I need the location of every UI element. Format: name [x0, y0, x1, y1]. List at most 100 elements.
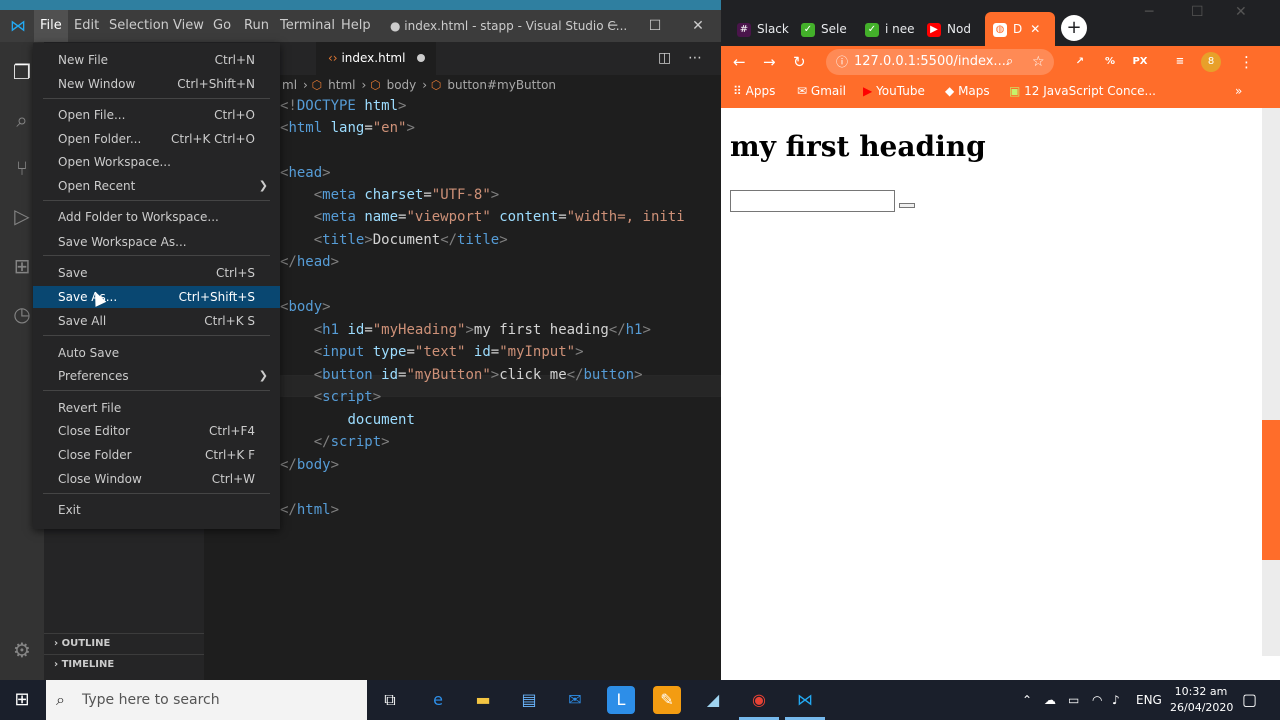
menu-item-new-window[interactable]: New Window Ctrl+Shift+N — [33, 73, 280, 95]
menu-item-save-workspace-as[interactable]: Save Workspace As... — [33, 231, 280, 253]
tab-slack[interactable]: # Slack — [729, 12, 789, 46]
close-icon[interactable]: ✕ — [1235, 4, 1247, 20]
maximize-icon[interactable]: ☐ — [632, 10, 678, 42]
page-text-input[interactable] — [730, 190, 895, 212]
extension-icon[interactable]: % — [1101, 53, 1119, 71]
clock[interactable]: 10:32 am 26/04/2020 — [1170, 684, 1233, 716]
timeline-section[interactable]: › TIMELINE — [44, 654, 204, 674]
menu-item-open-file[interactable]: Open File... Ctrl+O — [33, 104, 280, 126]
breadcrumb-item[interactable]: body — [387, 78, 417, 92]
menu-terminal[interactable]: Terminal — [274, 10, 341, 42]
forward-arrow-icon[interactable]: → — [763, 46, 776, 78]
bookmark-gmail[interactable]: ✉ Gmail — [797, 78, 846, 104]
bookmark-maps[interactable]: ◆ Maps — [945, 78, 990, 104]
task-view-icon[interactable]: ⧉ — [376, 686, 404, 714]
onedrive-icon[interactable]: ☁ — [1044, 680, 1056, 720]
taskbar-search-box[interactable]: ⌕ Type here to search — [46, 680, 367, 720]
menu-item-new-file[interactable]: New File Ctrl+N — [33, 49, 280, 71]
scrollbar[interactable] — [1262, 108, 1280, 656]
store-icon[interactable]: ▤ — [515, 686, 543, 714]
app-paint-icon[interactable]: ✎ — [653, 686, 681, 714]
page-button[interactable] — [899, 203, 915, 208]
battery-icon[interactable]: ▭ — [1068, 680, 1079, 720]
mail-icon[interactable]: ✉ — [561, 686, 589, 714]
menu-view[interactable]: View — [167, 10, 210, 42]
menu-go[interactable]: Go — [207, 10, 237, 42]
notifications-icon[interactable]: ▢ — [1242, 680, 1257, 720]
maximize-icon[interactable]: ☐ — [1191, 4, 1204, 20]
menu-selection[interactable]: Selection — [103, 10, 175, 42]
zoom-icon[interactable]: ⌕ — [1006, 49, 1013, 75]
menu-edit[interactable]: Edit — [68, 10, 105, 42]
language-indicator[interactable]: ENG — [1136, 680, 1162, 720]
minimize-icon[interactable]: ─ — [590, 10, 636, 42]
breadcrumb-item[interactable]: html — [328, 78, 355, 92]
source-control-icon[interactable]: ⑂ — [8, 154, 36, 182]
tray-chevron-icon[interactable]: ⌃ — [1022, 680, 1032, 720]
menu-item-save-all[interactable]: Save All Ctrl+K S — [33, 310, 280, 332]
extension-icon[interactable]: ↗ — [1071, 53, 1089, 71]
avatar[interactable]: 8 — [1201, 52, 1221, 72]
menu-item-add-folder[interactable]: Add Folder to Workspace... — [33, 206, 280, 228]
minimize-icon[interactable]: ─ — [1145, 4, 1153, 20]
bookmark-javascript[interactable]: ▣ 12 JavaScript Conce... — [1009, 78, 1156, 104]
run-debug-icon[interactable]: ▷ — [8, 202, 36, 230]
address-bar[interactable]: ⓘ 127.0.0.1:5500/index.... ⌕ ☆ — [826, 49, 1054, 75]
menu-item-auto-save[interactable]: Auto Save — [33, 342, 280, 364]
back-arrow-icon[interactable]: ← — [733, 46, 746, 78]
menu-item-open-workspace[interactable]: Open Workspace... — [33, 151, 280, 173]
gear-icon[interactable]: ⚙ — [8, 636, 36, 664]
tab-i-need[interactable]: ✓ i nee — [857, 12, 915, 46]
volume-icon[interactable]: ♪ — [1112, 680, 1120, 720]
edge-icon[interactable]: e — [424, 686, 452, 714]
app-l-icon[interactable]: L — [607, 686, 635, 714]
app-generic-icon[interactable]: ◢ — [699, 686, 727, 714]
menu-item-open-recent[interactable]: Open Recent ❯ — [33, 175, 280, 197]
outline-section[interactable]: › OUTLINE — [44, 633, 204, 653]
reload-icon[interactable]: ↻ — [793, 46, 806, 78]
split-editor-icon[interactable]: ◫ — [658, 42, 671, 75]
menu-item-exit[interactable]: Exit — [33, 499, 280, 521]
menu-item-close-editor[interactable]: Close Editor Ctrl+F4 — [33, 420, 280, 442]
file-explorer-icon[interactable]: ▬ — [469, 686, 497, 714]
menu-item-save-as[interactable]: Save As... Ctrl+Shift+S — [33, 286, 280, 308]
bookmark-youtube[interactable]: ▶ YouTube — [863, 78, 925, 104]
bookmark-apps[interactable]: ⠿ Apps — [733, 78, 775, 104]
code-line: <html lang="en"> — [280, 120, 415, 136]
breadcrumb-item[interactable]: ml — [282, 78, 297, 92]
more-actions-icon[interactable]: ⋯ — [688, 42, 702, 75]
explorer-icon[interactable]: ❐ — [8, 58, 36, 86]
wifi-icon[interactable]: ◠ — [1092, 680, 1102, 720]
info-icon[interactable]: ⓘ — [836, 49, 848, 75]
extensions-icon[interactable]: ⊞ — [8, 252, 36, 280]
new-tab-button[interactable]: + — [1061, 15, 1087, 41]
menu-item-open-folder[interactable]: Open Folder... Ctrl+K Ctrl+O — [33, 128, 280, 150]
menu-item-close-folder[interactable]: Close Folder Ctrl+K F — [33, 444, 280, 466]
tab-index-html[interactable]: ‹› index.html — [316, 42, 436, 75]
windows-start-icon[interactable]: ⊞ — [0, 680, 44, 720]
breadcrumb-item[interactable]: button#myButton — [447, 78, 556, 92]
menu-item-revert-file[interactable]: Revert File — [33, 397, 280, 419]
extension-icon[interactable]: PX — [1131, 53, 1149, 71]
menu-item-close-window[interactable]: Close Window Ctrl+W — [33, 468, 280, 490]
unsaved-dot-icon[interactable] — [417, 54, 426, 62]
tab-youtube-node[interactable]: ▶ Nod — [919, 12, 979, 46]
search-icon[interactable]: ⌕ — [8, 106, 36, 134]
code-editor[interactable]: <!DOCTYPE html> <html lang="en"> <head> … — [204, 95, 721, 665]
tab-selenium[interactable]: ✓ Sele — [793, 12, 853, 46]
bookmark-star-icon[interactable]: ☆ — [1032, 49, 1045, 75]
menu-file[interactable]: File — [34, 10, 68, 42]
chrome-menu-icon[interactable]: ⋮ — [1239, 46, 1254, 78]
close-icon[interactable]: ✕ — [675, 10, 721, 42]
menu-help[interactable]: Help — [335, 10, 377, 42]
menu-item-preferences[interactable]: Preferences ❯ — [33, 365, 280, 387]
remote-icon[interactable]: ◷ — [8, 300, 36, 328]
menu-item-save[interactable]: Save Ctrl+S — [33, 262, 280, 284]
chrome-icon[interactable]: ◉ — [745, 686, 773, 714]
extension-icon[interactable]: ≡ — [1171, 53, 1189, 71]
tab-close-icon[interactable]: ✕ — [1030, 22, 1040, 36]
menu-run[interactable]: Run — [238, 10, 275, 42]
bookmarks-overflow-icon[interactable]: » — [1235, 78, 1242, 104]
tab-document[interactable]: ◍ D ✕ — [985, 12, 1055, 46]
vscode-icon[interactable]: ⋈ — [791, 686, 819, 714]
